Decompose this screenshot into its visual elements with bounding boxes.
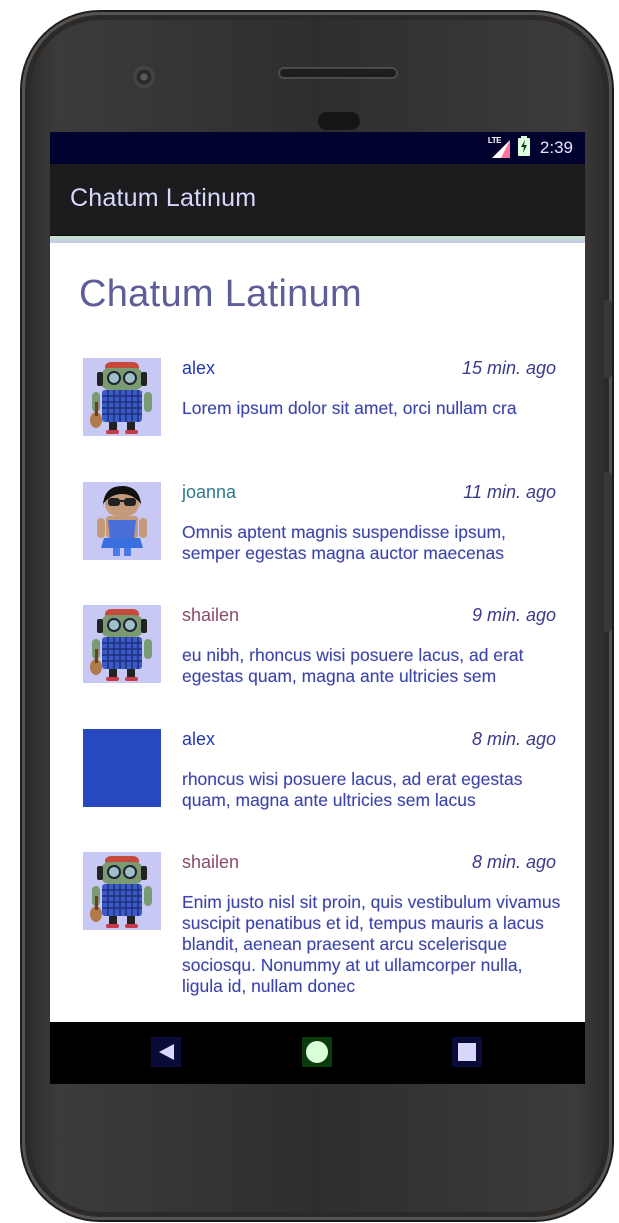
battery-charging-icon [517,135,530,161]
sender-name: alex [182,729,216,749]
home-circle-icon[interactable] [302,1037,332,1067]
chat-list[interactable]: Chatum Latinum alex 15 min. ago Lorem ip… [50,243,585,1022]
message-timestamp: 8 min. ago [471,729,556,749]
message-text: Omnis aptent magnis suspendisse ipsum, s… [182,522,506,563]
page-title: Chatum Latinum [79,273,363,317]
navigation-bar [50,1022,585,1084]
android-girl-sunglasses-icon [97,486,147,556]
back-triangle-icon[interactable] [151,1037,181,1067]
android-robot-headphones-icon [90,609,152,681]
avatar[interactable] [83,482,161,560]
message-text: Lorem ipsum dolor sit amet, orci nullam … [182,398,517,418]
avatar[interactable] [83,605,161,683]
avatar[interactable] [83,358,161,436]
avatar[interactable] [83,729,161,807]
power-button [604,300,612,378]
status-bar: LTE 2:39 [50,132,585,164]
sender-name: shailen [182,605,240,625]
sender-name: joanna [182,482,237,502]
app-bar-title: Chatum Latinum [70,184,257,212]
earpiece-speaker [278,67,398,79]
sender-name: shailen [182,852,240,872]
status-time: 2:39 [539,138,573,157]
recents-square-icon[interactable] [452,1037,482,1067]
message-timestamp: 15 min. ago [461,358,556,378]
avatar[interactable] [83,852,161,930]
device-screen: LTE 2:39 Chatum Latinum Chatum Latinum a… [50,132,585,1084]
message-text: rhoncus wisi posuere lacus, ad erat eges… [182,769,523,810]
front-camera [133,66,155,88]
sender-name: alex [182,358,216,378]
app-bar: Chatum Latinum [50,164,585,236]
volume-rocker [604,472,612,632]
message-timestamp: 11 min. ago [463,482,556,502]
android-robot-headphones-icon [90,362,152,434]
android-robot-headphones-icon [90,856,152,928]
message-timestamp: 9 min. ago [471,605,556,625]
proximity-sensor [318,112,360,130]
app-bar-divider [50,236,585,243]
message-timestamp: 8 min. ago [471,852,556,872]
lte-signal-icon: LTE [488,136,510,158]
message-text: Enim justo nisl sit proin, quis vestibul… [182,892,561,996]
message-text: eu nibh, rhoncus wisi posuere lacus, ad … [182,645,524,686]
